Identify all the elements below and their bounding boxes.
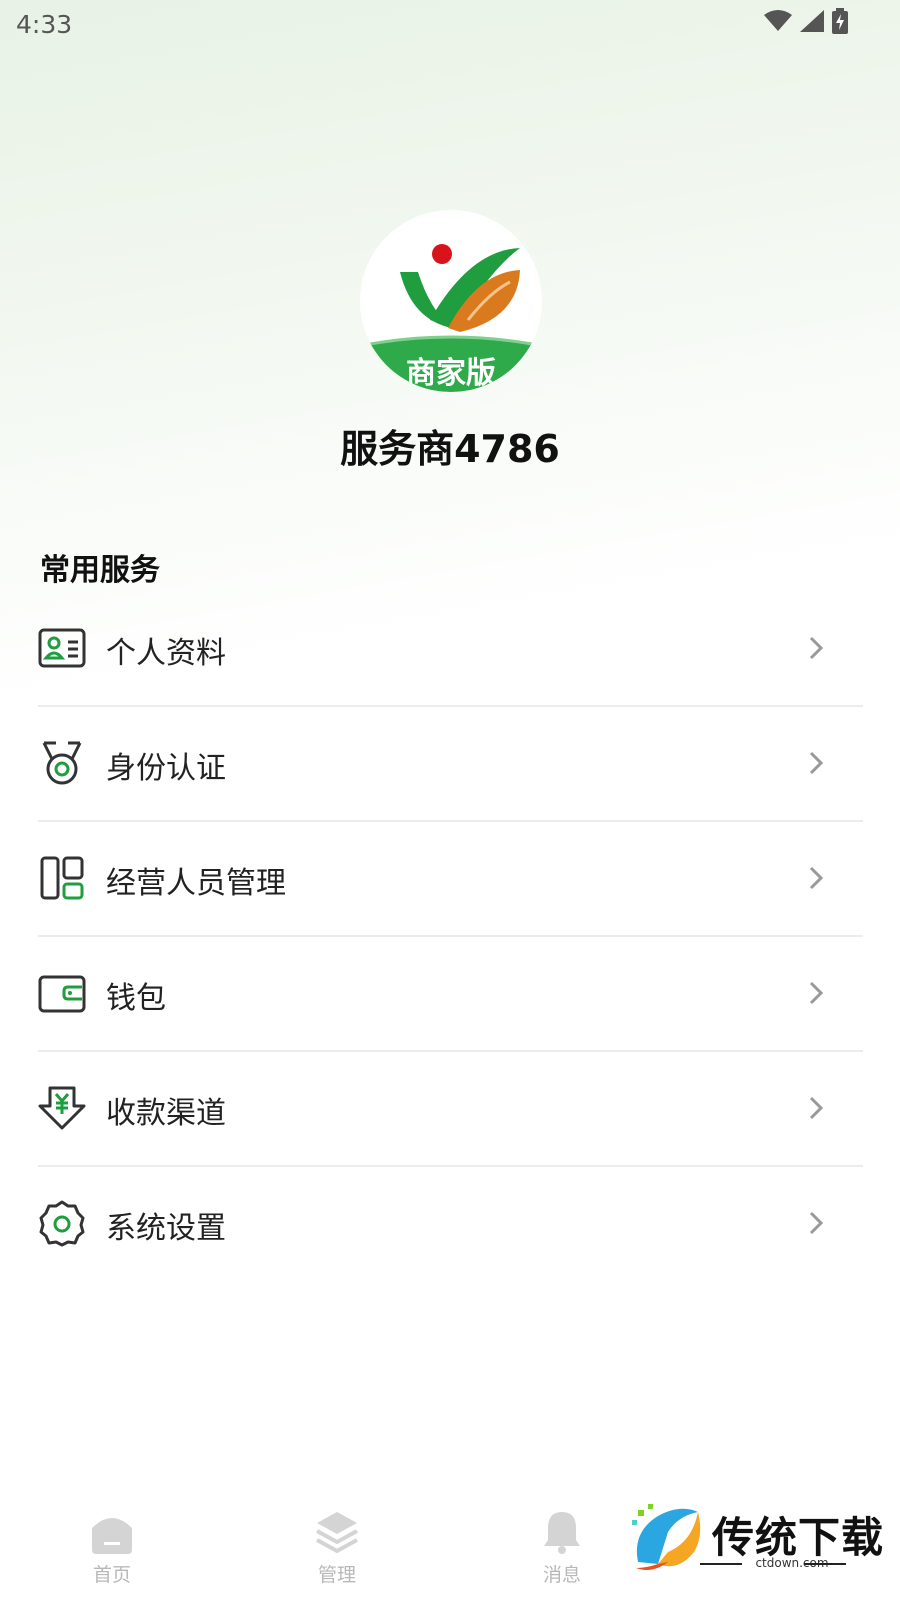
chevron-right-icon bbox=[809, 981, 824, 1005]
wallet-icon bbox=[38, 975, 86, 1013]
tab-label: 管理 bbox=[317, 1564, 356, 1586]
tab-messages[interactable]: 消息 bbox=[502, 1510, 622, 1587]
status-bar: 4:33 bbox=[0, 0, 900, 50]
wifi-icon bbox=[764, 10, 792, 31]
menu-item-label: 经营人员管理 bbox=[106, 866, 286, 901]
menu-item-profile[interactable]: 个人资料 bbox=[38, 592, 863, 707]
cell-signal-icon bbox=[800, 10, 824, 32]
menu-item-label: 钱包 bbox=[106, 981, 166, 1016]
section-title-services: 常用服务 bbox=[40, 553, 160, 588]
status-time: 4:33 bbox=[16, 10, 73, 39]
menu-item-identity[interactable]: 身份认证 bbox=[38, 707, 863, 822]
bell-icon bbox=[544, 1512, 580, 1554]
menu-item-label: 系统设置 bbox=[106, 1211, 226, 1246]
tab-label: 消息 bbox=[542, 1564, 581, 1586]
chevron-right-icon bbox=[809, 866, 824, 890]
merchant-name: 服务商4786 bbox=[340, 427, 560, 471]
tab-home[interactable]: 首页 bbox=[52, 1510, 172, 1587]
menu-item-payment-channel[interactable]: 收款渠道 bbox=[38, 1052, 863, 1167]
chevron-right-icon bbox=[809, 751, 824, 775]
menu-item-wallet[interactable]: 钱包 bbox=[38, 937, 863, 1052]
menu-item-staff-management[interactable]: 经营人员管理 bbox=[38, 822, 863, 937]
watermark-logo-icon bbox=[632, 1504, 701, 1570]
layout-grid-icon bbox=[40, 856, 84, 900]
tab-label: 首页 bbox=[92, 1564, 131, 1586]
menu-item-label: 个人资料 bbox=[106, 636, 226, 671]
watermark: 传统下载 ctdown.com bbox=[628, 1500, 888, 1585]
chevron-right-icon bbox=[809, 1096, 824, 1120]
services-menu: 个人资料 身份认证 经营人员管理 钱包 收款渠道 系统设置 bbox=[38, 592, 863, 1282]
logo-badge-text: 商家版 bbox=[406, 356, 496, 391]
merchant-avatar[interactable]: 商家版 bbox=[360, 210, 542, 392]
watermark-divider bbox=[804, 1563, 846, 1565]
menu-item-label: 身份认证 bbox=[106, 751, 226, 786]
battery-icon bbox=[832, 8, 848, 34]
id-card-icon bbox=[38, 628, 86, 668]
yuan-download-icon bbox=[38, 1086, 86, 1130]
status-icons bbox=[764, 8, 848, 34]
watermark-url: ctdown.com bbox=[755, 1556, 829, 1570]
menu-item-label: 收款渠道 bbox=[106, 1096, 226, 1131]
menu-item-system-settings[interactable]: 系统设置 bbox=[38, 1167, 863, 1282]
home-icon bbox=[92, 1518, 132, 1554]
tab-management[interactable]: 管理 bbox=[277, 1510, 397, 1587]
gear-icon bbox=[39, 1200, 85, 1247]
medal-icon bbox=[42, 741, 82, 785]
chevron-right-icon bbox=[809, 636, 824, 660]
chevron-right-icon bbox=[809, 1211, 824, 1235]
layers-icon bbox=[316, 1512, 358, 1554]
